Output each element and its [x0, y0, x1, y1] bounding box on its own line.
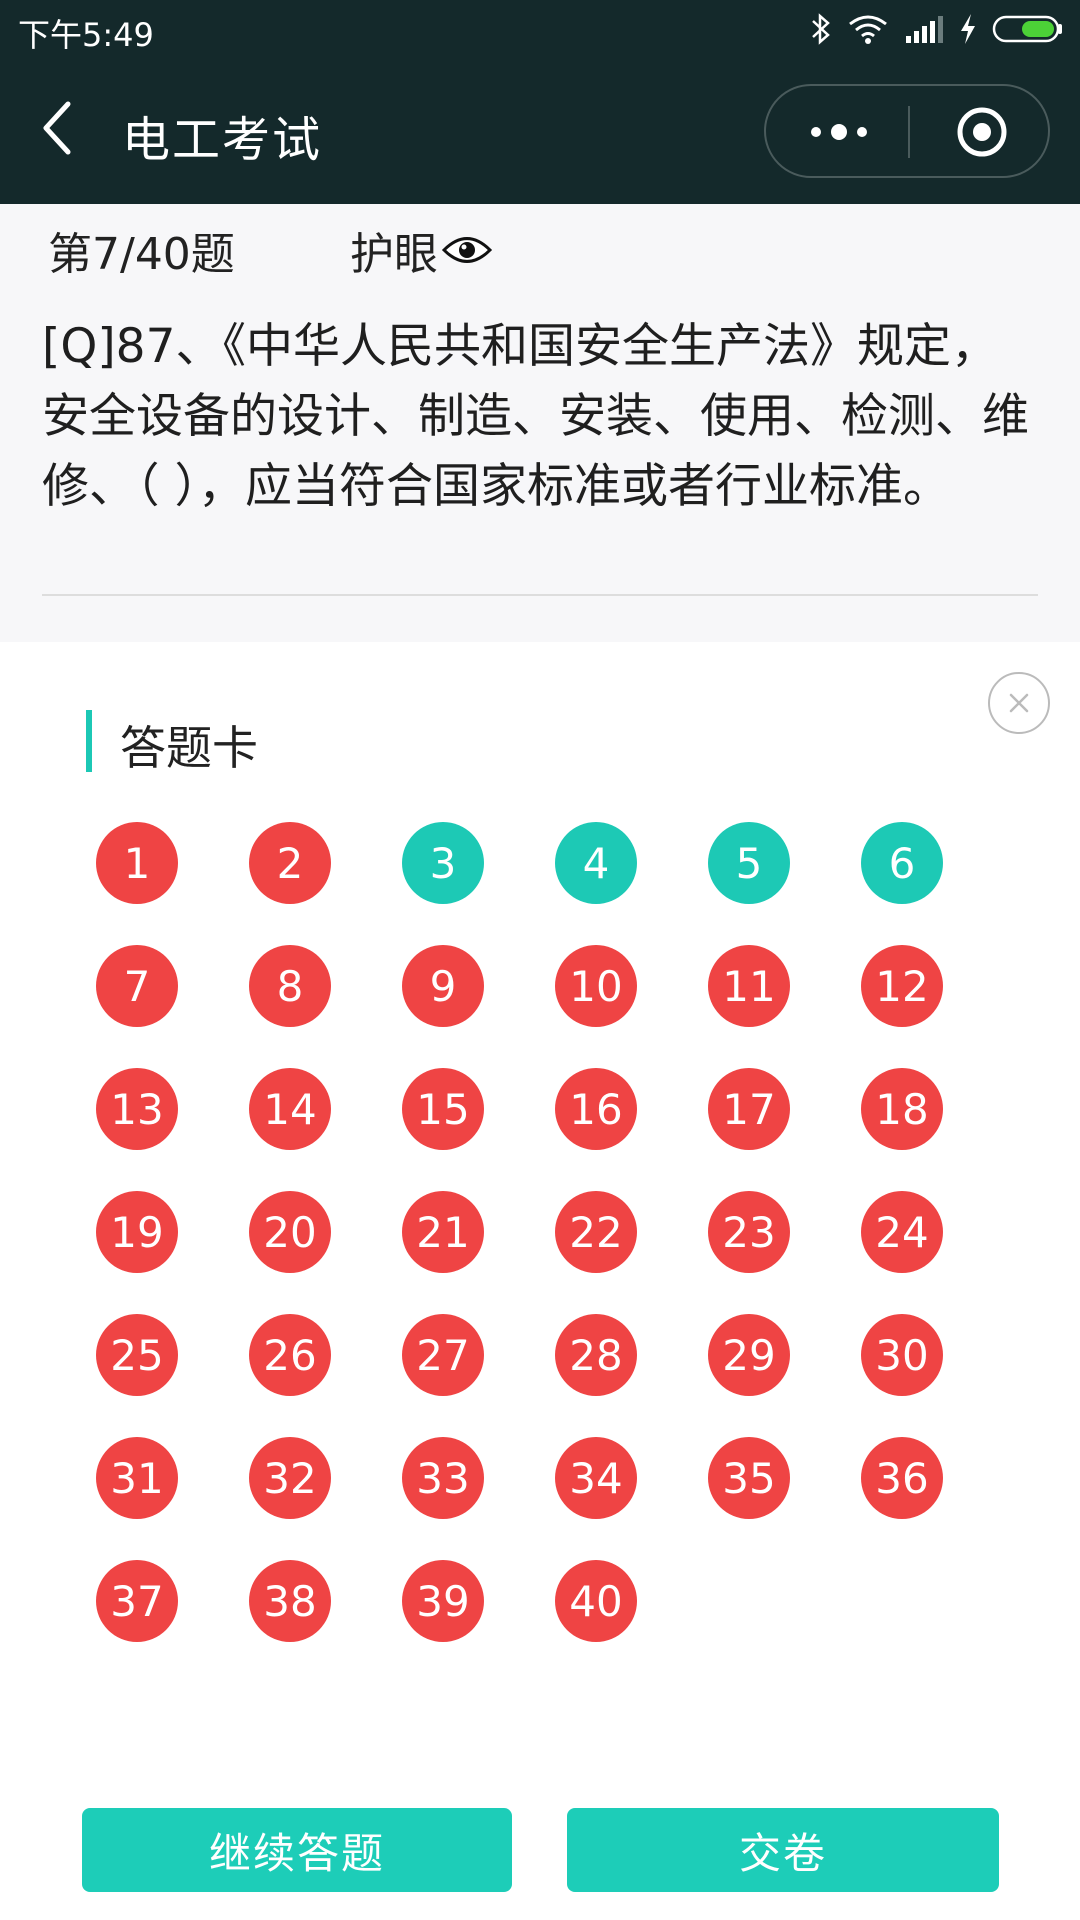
answer-cell-8[interactable]: 8	[249, 945, 331, 1027]
answer-cell-12[interactable]: 12	[861, 945, 943, 1027]
answer-cell-15[interactable]: 15	[402, 1068, 484, 1150]
more-dots-icon[interactable]	[804, 110, 874, 154]
answer-cell-23[interactable]: 23	[708, 1191, 790, 1273]
answer-cell-32[interactable]: 32	[249, 1437, 331, 1519]
signal-icon	[906, 16, 943, 43]
answer-cell-9[interactable]: 9	[402, 945, 484, 1027]
answer-cell-25[interactable]: 25	[96, 1314, 178, 1396]
continue-answering-button[interactable]: 继续答题	[82, 1808, 512, 1892]
answer-cell-27[interactable]: 27	[402, 1314, 484, 1396]
answer-cell-6[interactable]: 6	[861, 822, 943, 904]
question-panel: 第7/40题 护眼 [Q]87、《中华人民共和国安全生产法》规定，安全设备的设计…	[0, 204, 1080, 642]
answer-cell-14[interactable]: 14	[249, 1068, 331, 1150]
answer-cell-4[interactable]: 4	[555, 822, 637, 904]
answer-cell-26[interactable]: 26	[249, 1314, 331, 1396]
answer-cell-33[interactable]: 33	[402, 1437, 484, 1519]
title-accent-bar	[86, 710, 92, 772]
bluetooth-icon	[812, 13, 830, 45]
submit-exam-button[interactable]: 交卷	[567, 1808, 999, 1892]
status-bar: 下午5:49	[0, 0, 1080, 58]
answer-cell-18[interactable]: 18	[861, 1068, 943, 1150]
answer-cell-17[interactable]: 17	[708, 1068, 790, 1150]
target-circle-icon[interactable]	[956, 106, 1008, 158]
answer-cell-30[interactable]: 30	[861, 1314, 943, 1396]
answer-cell-2[interactable]: 2	[249, 822, 331, 904]
answer-cell-36[interactable]: 36	[861, 1437, 943, 1519]
answer-cell-3[interactable]: 3	[402, 822, 484, 904]
answer-cell-20[interactable]: 20	[249, 1191, 331, 1273]
answer-cell-22[interactable]: 22	[555, 1191, 637, 1273]
answer-cell-38[interactable]: 38	[249, 1560, 331, 1642]
status-icons	[810, 10, 1064, 48]
answer-cell-28[interactable]: 28	[555, 1314, 637, 1396]
answer-cell-39[interactable]: 39	[402, 1560, 484, 1642]
answer-cell-21[interactable]: 21	[402, 1191, 484, 1273]
answer-cell-40[interactable]: 40	[555, 1560, 637, 1642]
close-circle-icon[interactable]	[986, 670, 1052, 736]
question-progress: 第7/40题	[48, 229, 235, 280]
eye-icon	[442, 237, 492, 263]
status-time: 下午5:49	[18, 16, 154, 54]
answer-cell-31[interactable]: 31	[96, 1437, 178, 1519]
answer-cell-16[interactable]: 16	[555, 1068, 637, 1150]
eye-protection-toggle[interactable]: 护眼	[350, 218, 492, 282]
chevron-left-icon[interactable]	[36, 98, 76, 158]
answer-cell-10[interactable]: 10	[555, 945, 637, 1027]
capsule-divider	[908, 106, 910, 158]
navigation-bar: 电工考试	[0, 58, 1080, 204]
answer-cell-34[interactable]: 34	[555, 1437, 637, 1519]
battery-icon	[992, 15, 1062, 43]
question-text: [Q]87、《中华人民共和国安全生产法》规定，安全设备的设计、制造、安装、使用、…	[42, 319, 1029, 514]
divider	[42, 594, 1038, 596]
answer-cell-11[interactable]: 11	[708, 945, 790, 1027]
bolt-icon	[961, 14, 975, 44]
mini-program-capsule	[764, 84, 1050, 178]
answer-cell-19[interactable]: 19	[96, 1191, 178, 1273]
answer-cell-37[interactable]: 37	[96, 1560, 178, 1642]
answer-cell-7[interactable]: 7	[96, 945, 178, 1027]
eye-protection-label: 护眼	[350, 229, 438, 280]
answer-sheet-panel: 答题卡 1 2 3 4 5 6 7 8 9 10 11 12 13 14 15 16 17 18 19 20 21 22 2…	[0, 642, 1080, 1920]
answer-cell-13[interactable]: 13	[96, 1068, 178, 1150]
page-title: 电工考试	[122, 112, 323, 168]
answer-cell-5[interactable]: 5	[708, 822, 790, 904]
answer-cell-29[interactable]: 29	[708, 1314, 790, 1396]
answer-cell-1[interactable]: 1	[96, 822, 178, 904]
answer-sheet-title: 答题卡	[120, 721, 258, 775]
answer-cell-24[interactable]: 24	[861, 1191, 943, 1273]
wifi-icon	[849, 15, 887, 44]
answer-cell-35[interactable]: 35	[708, 1437, 790, 1519]
